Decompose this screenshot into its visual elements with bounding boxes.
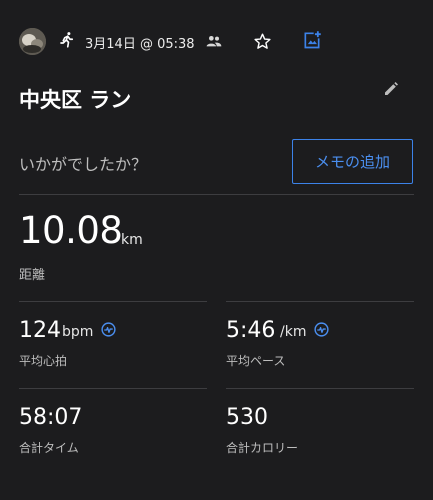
people-icon[interactable] bbox=[206, 34, 222, 48]
divider bbox=[19, 301, 207, 302]
star-icon[interactable] bbox=[253, 32, 272, 51]
heart-rate-unit: bpm bbox=[62, 324, 94, 340]
activity-datetime: 3月14日 @ 05:38 bbox=[85, 37, 195, 52]
total-time-value: 58:07 bbox=[19, 405, 83, 430]
calories-value: 530 bbox=[226, 405, 268, 430]
distance-unit: km bbox=[121, 232, 143, 248]
divider bbox=[226, 388, 414, 389]
pace-info-icon[interactable] bbox=[314, 322, 329, 337]
distance-label: 距離 bbox=[19, 268, 46, 283]
distance-value: 10.08 bbox=[19, 209, 123, 252]
avatar[interactable] bbox=[19, 28, 46, 55]
edit-icon[interactable] bbox=[383, 81, 399, 97]
heart-rate-label: 平均心拍 bbox=[19, 354, 68, 368]
pace-unit: /km bbox=[280, 324, 307, 340]
heart-rate-value: 124 bbox=[19, 318, 61, 343]
activity-title: 中央区 ラン bbox=[19, 88, 132, 112]
calories-label: 合計カロリー bbox=[226, 441, 299, 455]
divider bbox=[226, 301, 414, 302]
divider bbox=[19, 388, 207, 389]
heart-rate-info-icon[interactable] bbox=[101, 322, 116, 337]
divider bbox=[19, 194, 414, 195]
pace-label: 平均ペース bbox=[226, 354, 286, 368]
add-memo-button[interactable]: メモの追加 bbox=[292, 139, 413, 184]
pace-value: 5:46 bbox=[226, 318, 276, 343]
feedback-prompt: いかがでしたか？ bbox=[19, 155, 148, 174]
running-icon bbox=[60, 32, 74, 48]
total-time-label: 合計タイム bbox=[19, 441, 79, 455]
add-photo-icon[interactable] bbox=[302, 30, 322, 50]
